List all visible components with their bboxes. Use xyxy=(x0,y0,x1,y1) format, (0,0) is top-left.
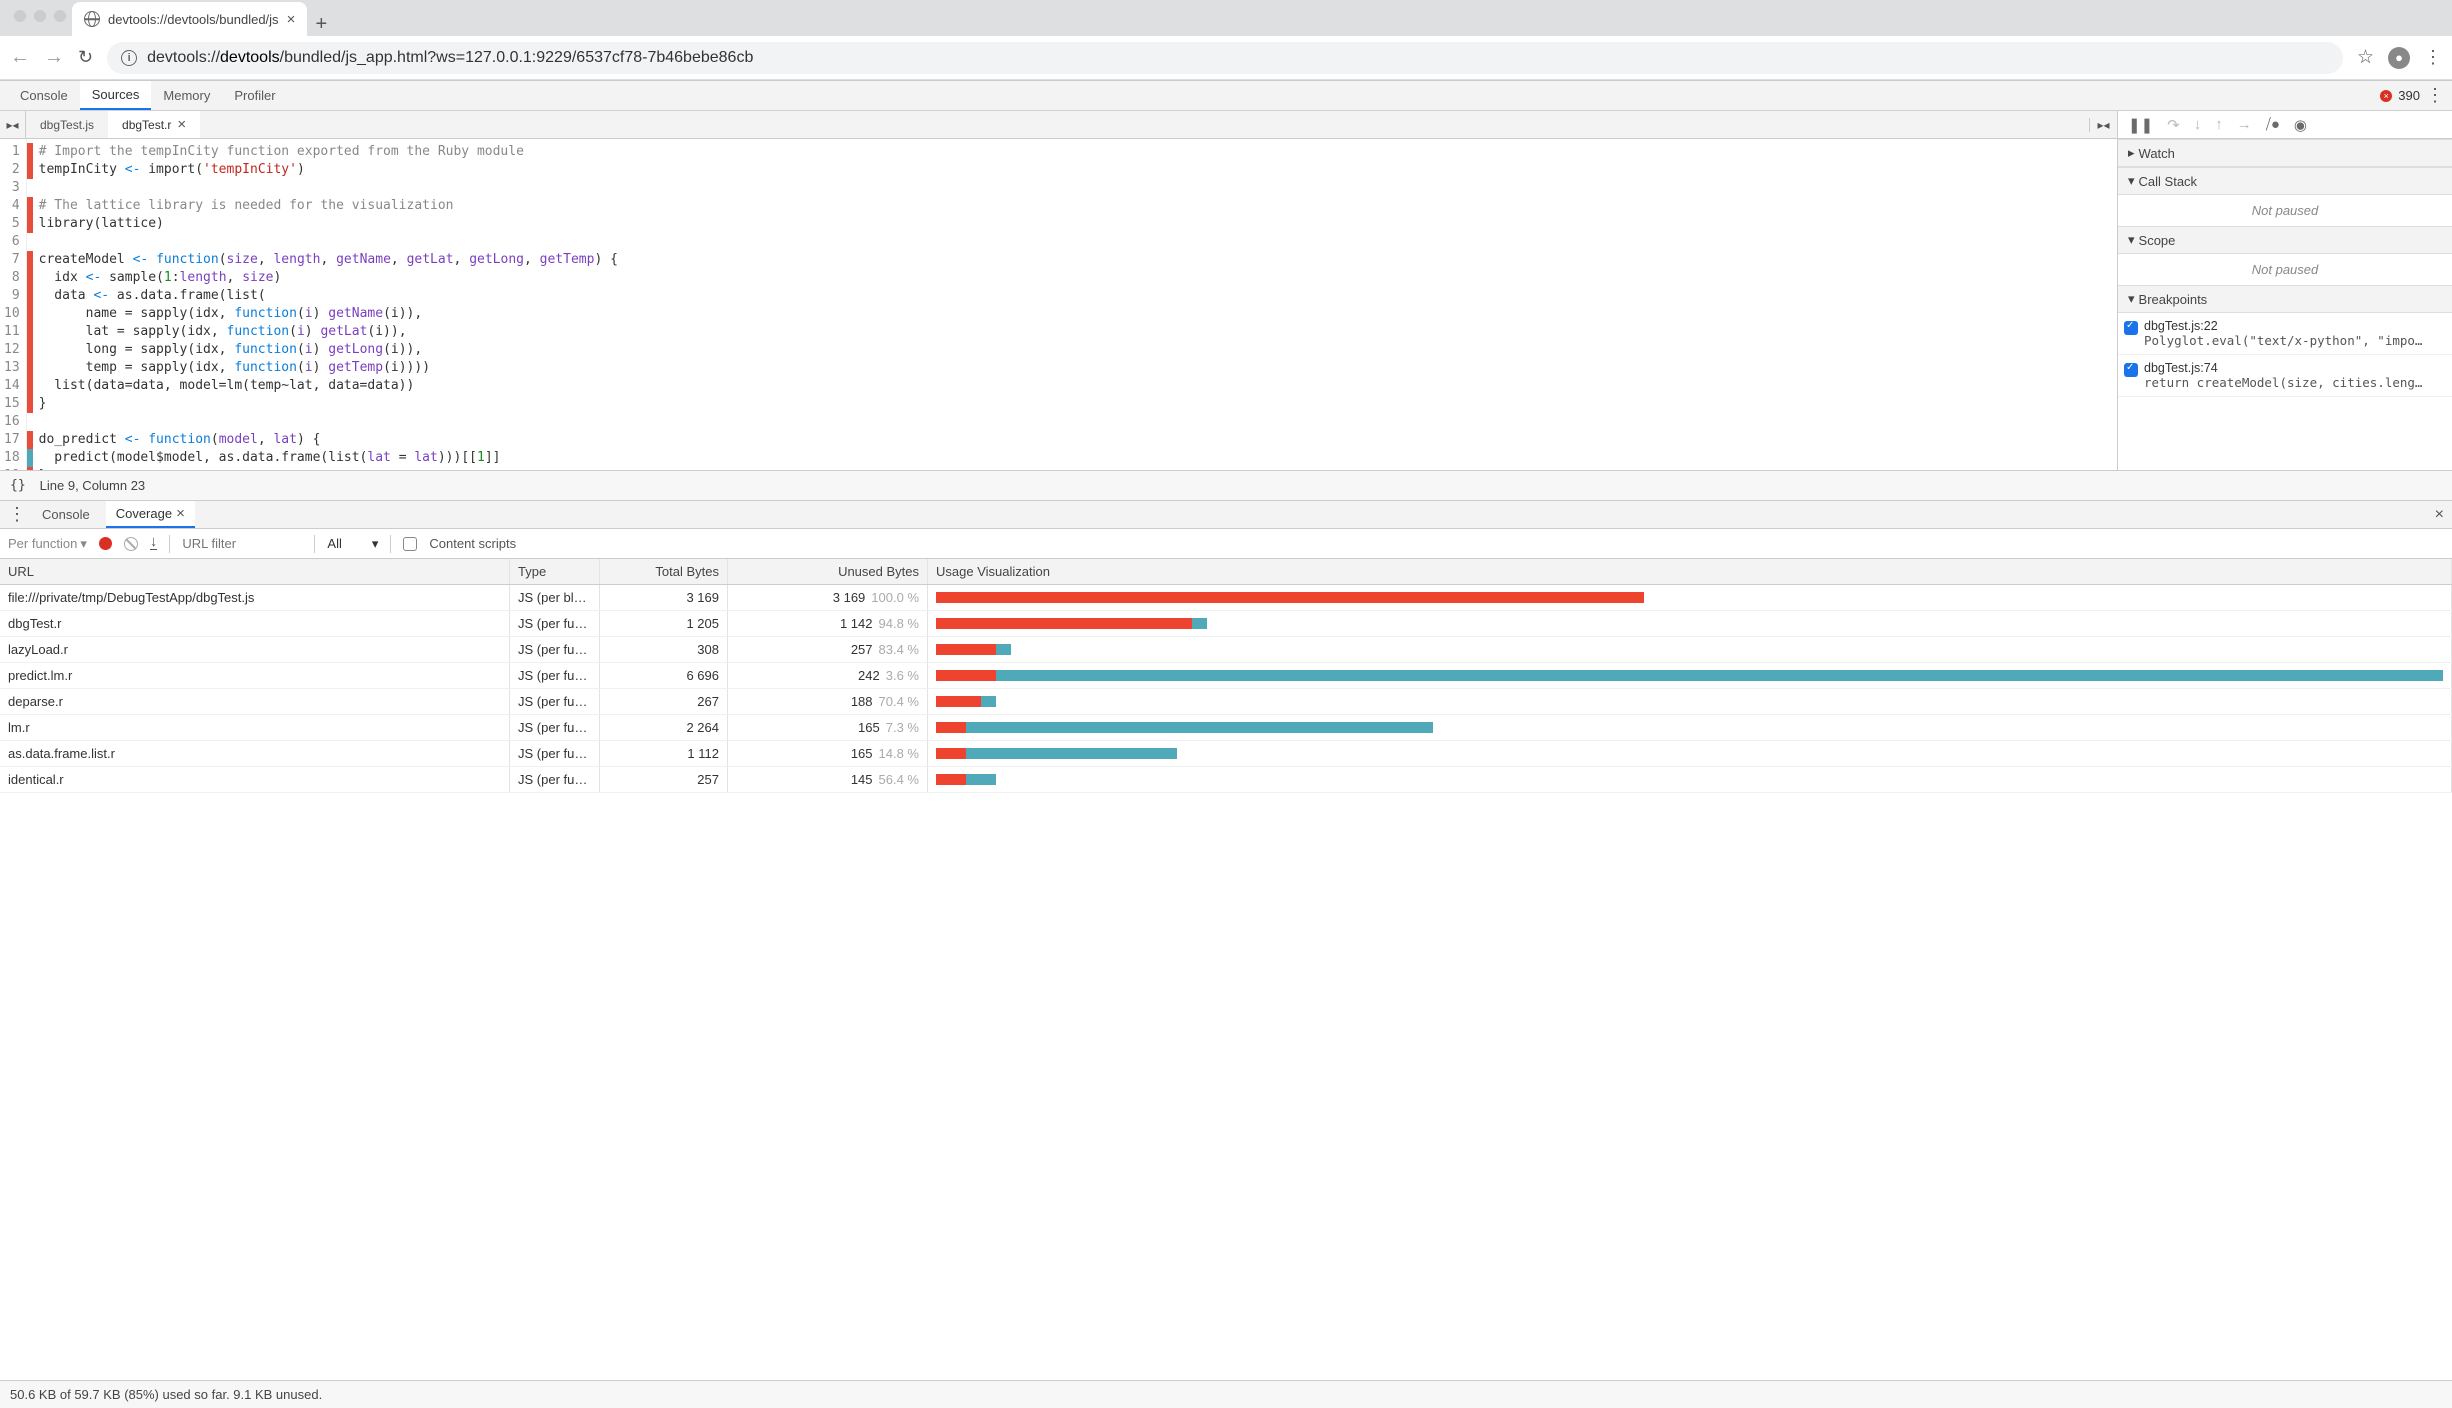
tab-console[interactable]: Console xyxy=(8,81,80,110)
devtools-tabbar: Console Sources Memory Profiler × 390 ⋮ xyxy=(0,81,2452,111)
tab-title: devtools://devtools/bundled/js xyxy=(108,12,279,27)
back-button[interactable]: ← xyxy=(10,46,30,69)
table-row[interactable]: identical.rJS (per fu…25714556.4 % xyxy=(0,767,2452,793)
col-url[interactable]: URL xyxy=(0,559,510,584)
coverage-statusbar: 50.6 KB of 59.7 KB (85%) used so far. 9.… xyxy=(0,1380,2452,1408)
coverage-table: URL Type Total Bytes Unused Bytes Usage … xyxy=(0,559,2452,1380)
drawer-tabbar: ⋮ Console Coverage× × xyxy=(0,501,2452,529)
table-row[interactable]: lm.rJS (per fu…2 2641657.3 % xyxy=(0,715,2452,741)
step-over-icon[interactable]: ↷ xyxy=(2167,116,2180,134)
step-icon[interactable]: → xyxy=(2237,116,2252,133)
pause-on-exceptions-icon[interactable]: ◉ xyxy=(2294,116,2307,134)
close-tab-icon[interactable]: × xyxy=(287,11,296,28)
browser-tab-active[interactable]: devtools://devtools/bundled/js × xyxy=(72,2,307,36)
table-row[interactable]: predict.lm.rJS (per fu…6 6962423.6 % xyxy=(0,663,2452,689)
table-row[interactable]: lazyLoad.rJS (per fu…30825783.4 % xyxy=(0,637,2452,663)
bookmark-icon[interactable]: ☆ xyxy=(2357,46,2374,69)
col-viz[interactable]: Usage Visualization xyxy=(928,559,2452,584)
url-text: devtools://devtools/bundled/js_app.html?… xyxy=(147,49,753,67)
error-badge-icon[interactable]: × xyxy=(2380,90,2392,102)
col-unused[interactable]: Unused Bytes xyxy=(728,559,928,584)
breakpoint-item[interactable]: dbgTest.js:74 return createModel(size, c… xyxy=(2118,355,2452,397)
show-navigator-icon[interactable]: ▸◂ xyxy=(0,111,26,138)
record-icon[interactable] xyxy=(99,537,112,550)
pretty-print-icon[interactable]: {} xyxy=(10,478,26,493)
table-row[interactable]: file:///private/tmp/DebugTestApp/dbgTest… xyxy=(0,585,2452,611)
file-tab-dbgtest-js[interactable]: dbgTest.js xyxy=(26,111,108,138)
content-scripts-checkbox[interactable] xyxy=(403,537,417,551)
tab-profiler[interactable]: Profiler xyxy=(222,81,287,110)
separator xyxy=(390,535,391,553)
browser-chrome: devtools://devtools/bundled/js × + ← → ↻… xyxy=(0,0,2452,81)
browser-toolbar: ← → ↻ i devtools://devtools/bundled/js_a… xyxy=(0,36,2452,80)
export-icon[interactable]: ↓ xyxy=(150,537,158,550)
file-tabbar: ▸◂ dbgTest.js dbgTest.r× ▸◂ xyxy=(0,111,2117,139)
close-window-icon[interactable] xyxy=(14,10,26,22)
table-row[interactable]: as.data.frame.list.rJS (per fu…1 1121651… xyxy=(0,741,2452,767)
breakpoint-snippet: return createModel(size, cities.leng… xyxy=(2144,375,2422,390)
breakpoint-location: dbgTest.js:22 xyxy=(2144,319,2422,333)
type-filter-dropdown[interactable]: All ▾ xyxy=(327,536,378,552)
breakpoint-checkbox[interactable] xyxy=(2124,321,2138,335)
forward-button[interactable]: → xyxy=(44,46,64,69)
watch-header[interactable]: ▸ Watch xyxy=(2118,139,2452,167)
toggle-screencast-icon[interactable]: ▸◂ xyxy=(2089,118,2117,132)
close-file-icon[interactable]: × xyxy=(177,116,186,133)
drawer-tab-console[interactable]: Console xyxy=(32,501,100,528)
devtools-menu-icon[interactable]: ⋮ xyxy=(2426,91,2444,100)
breakpoint-snippet: Polyglot.eval("text/x-python", "impo… xyxy=(2144,333,2422,348)
window-controls xyxy=(14,10,66,22)
site-info-icon[interactable]: i xyxy=(121,50,137,66)
tab-memory[interactable]: Memory xyxy=(151,81,222,110)
reload-button[interactable]: ↻ xyxy=(78,47,93,68)
table-row[interactable]: dbgTest.rJS (per fu…1 2051 14294.8 % xyxy=(0,611,2452,637)
coverage-toolbar: Per function ▾ ↓ All ▾ Content scripts xyxy=(0,529,2452,559)
error-count[interactable]: 390 xyxy=(2398,88,2420,103)
tab-sources[interactable]: Sources xyxy=(80,81,152,110)
breakpoint-item[interactable]: dbgTest.js:22 Polyglot.eval("text/x-pyth… xyxy=(2118,313,2452,355)
clear-icon[interactable] xyxy=(124,537,138,551)
scope-header[interactable]: ▾ Scope xyxy=(2118,226,2452,254)
code-editor[interactable]: 12345678910111213141516171819202122 # Im… xyxy=(0,139,2117,470)
browser-menu-icon[interactable]: ⋮ xyxy=(2424,53,2442,62)
col-type[interactable]: Type xyxy=(510,559,600,584)
file-tab-dbgtest-r[interactable]: dbgTest.r× xyxy=(108,111,200,138)
separator xyxy=(169,535,170,553)
editor-statusbar: {} Line 9, Column 23 xyxy=(0,471,2452,501)
step-out-icon[interactable]: ↑ xyxy=(2215,116,2223,133)
close-drawer-icon[interactable]: × xyxy=(2435,506,2444,524)
pause-icon[interactable]: ❚❚ xyxy=(2128,116,2153,134)
col-total[interactable]: Total Bytes xyxy=(600,559,728,584)
debugger-controls: ❚❚ ↷ ↓ ↑ → ⧸● ◉ xyxy=(2118,111,2452,139)
callstack-body: Not paused xyxy=(2118,195,2452,226)
coverage-header-row: URL Type Total Bytes Unused Bytes Usage … xyxy=(0,559,2452,585)
new-tab-button[interactable]: + xyxy=(307,13,335,36)
breakpoint-checkbox[interactable] xyxy=(2124,363,2138,377)
step-into-icon[interactable]: ↓ xyxy=(2194,116,2202,133)
url-filter-input[interactable] xyxy=(182,536,302,551)
line-gutter[interactable]: 12345678910111213141516171819202122 xyxy=(0,139,27,470)
minimize-window-icon[interactable] xyxy=(34,10,46,22)
profile-avatar-icon[interactable]: ● xyxy=(2388,47,2410,69)
tab-strip: devtools://devtools/bundled/js × + xyxy=(0,0,2452,36)
debugger-sidebar: ❚❚ ↷ ↓ ↑ → ⧸● ◉ ▸ Watch ▾ Call Stack Not… xyxy=(2118,111,2452,470)
scope-body: Not paused xyxy=(2118,254,2452,285)
content-scripts-label: Content scripts xyxy=(429,536,516,551)
separator xyxy=(314,535,315,553)
drawer-tab-coverage[interactable]: Coverage× xyxy=(106,501,195,528)
code-content[interactable]: # Import the tempInCity function exporte… xyxy=(33,139,624,470)
callstack-header[interactable]: ▾ Call Stack xyxy=(2118,167,2452,195)
table-row[interactable]: deparse.rJS (per fu…26718870.4 % xyxy=(0,689,2452,715)
close-drawer-tab-icon[interactable]: × xyxy=(176,505,185,522)
breakpoints-header[interactable]: ▾ Breakpoints xyxy=(2118,285,2452,313)
address-bar[interactable]: i devtools://devtools/bundled/js_app.htm… xyxy=(107,42,2343,74)
coverage-mode-dropdown[interactable]: Per function ▾ xyxy=(8,536,87,552)
globe-icon xyxy=(84,11,100,27)
maximize-window-icon[interactable] xyxy=(54,10,66,22)
cursor-position: Line 9, Column 23 xyxy=(40,478,146,493)
drawer-menu-icon[interactable]: ⋮ xyxy=(8,510,26,519)
deactivate-breakpoints-icon[interactable]: ⧸● xyxy=(2266,116,2280,133)
breakpoint-location: dbgTest.js:74 xyxy=(2144,361,2422,375)
